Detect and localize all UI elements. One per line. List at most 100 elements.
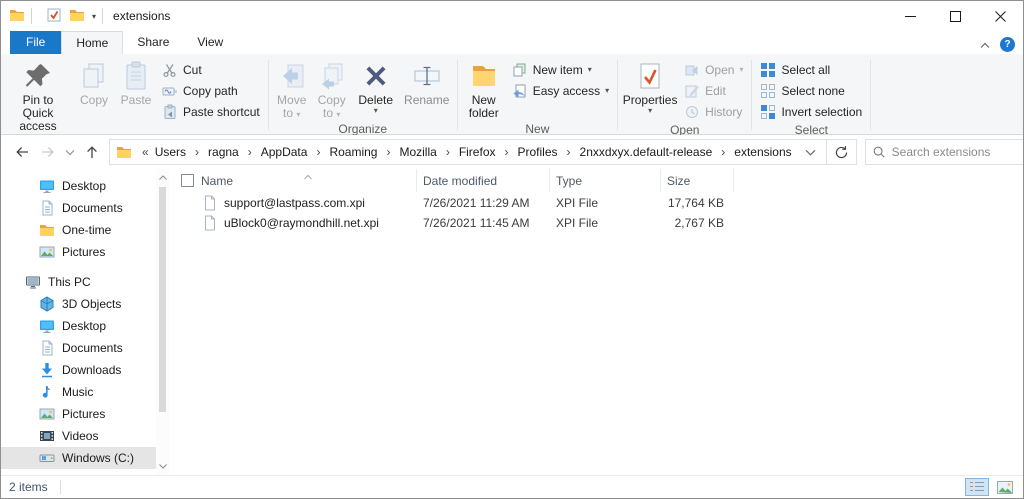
breadcrumb-segment[interactable]: 2nxxdxyx.default-release xyxy=(578,141,715,163)
forward-button[interactable] xyxy=(35,139,61,165)
sidebar-item-3d-objects[interactable]: 3D Objects xyxy=(1,293,169,315)
easy-access-button[interactable]: Easy access ▾ xyxy=(509,81,612,100)
column-header-type[interactable]: Type xyxy=(550,169,661,192)
new-folder-button[interactable]: New folder xyxy=(462,58,506,122)
recent-locations-chevron-icon[interactable] xyxy=(61,139,79,165)
back-button[interactable] xyxy=(9,139,35,165)
chevron-right-separator-icon[interactable]: › xyxy=(379,145,397,159)
scroll-down-icon[interactable] xyxy=(158,462,167,471)
paste-shortcut-button[interactable]: Paste shortcut xyxy=(159,102,263,121)
file-row[interactable]: uBlock0@raymondhill.net.xpi7/26/2021 11:… xyxy=(169,213,1023,233)
sidebar-item-documents[interactable]: Documents xyxy=(1,197,169,219)
file-type: XPI File xyxy=(550,216,661,230)
new-item-button[interactable]: New item ▾ xyxy=(509,60,612,79)
ribbon: Pin to Quick access Copy Paste xyxy=(1,54,1023,135)
up-button[interactable] xyxy=(79,139,105,165)
file-name: support@lastpass.com.xpi xyxy=(224,196,365,210)
column-headers: Name Date modified Type Size xyxy=(169,169,1023,193)
delete-button[interactable]: Delete ▾ xyxy=(353,58,399,117)
chevron-right-separator-icon[interactable]: › xyxy=(241,145,259,159)
cut-button[interactable]: Cut xyxy=(159,60,263,79)
breadcrumb-segment[interactable]: Mozilla xyxy=(397,141,438,163)
tab-view[interactable]: View xyxy=(183,31,237,54)
sidebar-item-pictures[interactable]: Pictures xyxy=(1,403,169,425)
copy-to-button[interactable]: Copy to ▾ xyxy=(313,58,351,122)
sidebar-item-music[interactable]: Music xyxy=(1,381,169,403)
sidebar-item-downloads[interactable]: Downloads xyxy=(1,359,169,381)
chevron-right-separator-icon[interactable]: › xyxy=(439,145,457,159)
new-folder-quick-icon[interactable] xyxy=(69,7,85,26)
tab-file[interactable]: File xyxy=(10,31,61,54)
address-dropdown-chevron-icon[interactable] xyxy=(794,145,826,159)
column-header-date-modified[interactable]: Date modified xyxy=(417,169,550,192)
sidebar-item-pictures[interactable]: Pictures xyxy=(1,241,169,263)
chevron-right-separator-icon[interactable]: › xyxy=(714,145,732,159)
scissors-icon xyxy=(162,62,178,78)
sidebar-item-desktop[interactable]: Desktop xyxy=(1,175,169,197)
breadcrumb-segment[interactable]: Profiles xyxy=(516,141,560,163)
chevron-right-separator-icon[interactable]: › xyxy=(309,145,327,159)
rename-button[interactable]: Rename xyxy=(401,58,453,109)
pin-to-quick-access-button[interactable]: Pin to Quick access xyxy=(4,58,72,135)
chevron-right-separator-icon[interactable]: › xyxy=(188,145,206,159)
breadcrumb-segment[interactable]: Users xyxy=(153,141,188,163)
paste-button[interactable]: Paste xyxy=(116,58,156,109)
copy-path-button[interactable]: Copy path xyxy=(159,81,263,100)
group-separator xyxy=(457,60,458,130)
search-input[interactable] xyxy=(892,145,1024,159)
sidebar-item-videos[interactable]: Videos xyxy=(1,425,169,447)
breadcrumb-segment[interactable]: ragna xyxy=(206,141,241,163)
chevron-right-separator-icon[interactable]: › xyxy=(560,145,578,159)
copy-button[interactable]: Copy xyxy=(74,58,114,109)
tab-home[interactable]: Home xyxy=(61,31,123,54)
breadcrumb: « Users›ragna›AppData›Roaming›Mozilla›Fi… xyxy=(110,141,794,163)
new-folder-icon xyxy=(468,60,500,92)
invert-selection-button[interactable]: Invert selection xyxy=(757,102,865,121)
sidebar-item-documents[interactable]: Documents xyxy=(1,337,169,359)
sidebar-item-windows-c[interactable]: Windows (C:) xyxy=(1,447,169,469)
column-header-size[interactable]: Size xyxy=(661,169,734,192)
tab-share[interactable]: Share xyxy=(123,31,183,54)
select-all-button[interactable]: Select all xyxy=(757,60,865,79)
sidebar-item-one-time[interactable]: One-time xyxy=(1,219,169,241)
address-bar-row: « Users›ragna›AppData›Roaming›Mozilla›Fi… xyxy=(1,135,1023,169)
customize-toolbar-chevron-icon[interactable]: ▾ xyxy=(92,12,96,21)
dropdown-caret-icon: ▾ xyxy=(648,107,652,115)
properties-button[interactable]: Properties ▾ xyxy=(622,58,678,117)
scroll-up-icon[interactable] xyxy=(158,173,167,182)
sidebar-item-desktop[interactable]: Desktop xyxy=(1,315,169,337)
file-row[interactable]: support@lastpass.com.xpi7/26/2021 11:29 … xyxy=(169,193,1023,213)
breadcrumb-segment[interactable]: Roaming xyxy=(327,141,379,163)
help-icon[interactable]: ? xyxy=(1000,37,1015,52)
history-button[interactable]: History xyxy=(681,102,746,121)
scrollbar-thumb[interactable] xyxy=(159,187,166,412)
details-view-button[interactable] xyxy=(965,478,989,496)
select-none-button[interactable]: Select none xyxy=(757,81,865,100)
move-to-button[interactable]: Move to ▾ xyxy=(273,58,311,122)
close-button[interactable] xyxy=(978,1,1023,31)
properties-quick-icon[interactable] xyxy=(46,7,62,26)
breadcrumb-segment[interactable]: Firefox xyxy=(457,141,498,163)
column-header-name[interactable]: Name xyxy=(169,169,417,192)
edit-button[interactable]: Edit xyxy=(681,81,746,100)
sidebar-scrollbar[interactable] xyxy=(156,169,169,475)
breadcrumb-segment[interactable]: AppData xyxy=(259,141,310,163)
file-explorer-window: ▾ extensions File Home Share View ? xyxy=(0,0,1024,499)
open-button[interactable]: Open ▾ xyxy=(681,60,746,79)
select-all-checkbox[interactable] xyxy=(181,174,194,187)
maximize-button[interactable] xyxy=(933,1,978,31)
address-bar[interactable]: « Users›ragna›AppData›Roaming›Mozilla›Fi… xyxy=(109,139,857,165)
breadcrumb-segment[interactable]: extensions xyxy=(732,141,793,163)
paste-icon xyxy=(120,60,152,92)
refresh-button[interactable] xyxy=(826,139,856,165)
large-icons-view-button[interactable] xyxy=(993,478,1017,496)
ribbon-group-clipboard: Pin to Quick access Copy Paste xyxy=(1,56,267,134)
minimize-button[interactable] xyxy=(888,1,933,31)
sidebar-item-this-pc[interactable]: This PC xyxy=(1,271,169,293)
collapse-ribbon-icon[interactable] xyxy=(980,38,990,52)
sidebar-item-recovery-d[interactable]: RECOVERY (D:) xyxy=(1,469,169,475)
dropdown-caret-icon: ▾ xyxy=(605,87,609,95)
dropdown-caret-icon: ▾ xyxy=(374,107,378,115)
chevron-right-separator-icon[interactable]: › xyxy=(498,145,516,159)
invert-selection-icon xyxy=(760,104,776,120)
